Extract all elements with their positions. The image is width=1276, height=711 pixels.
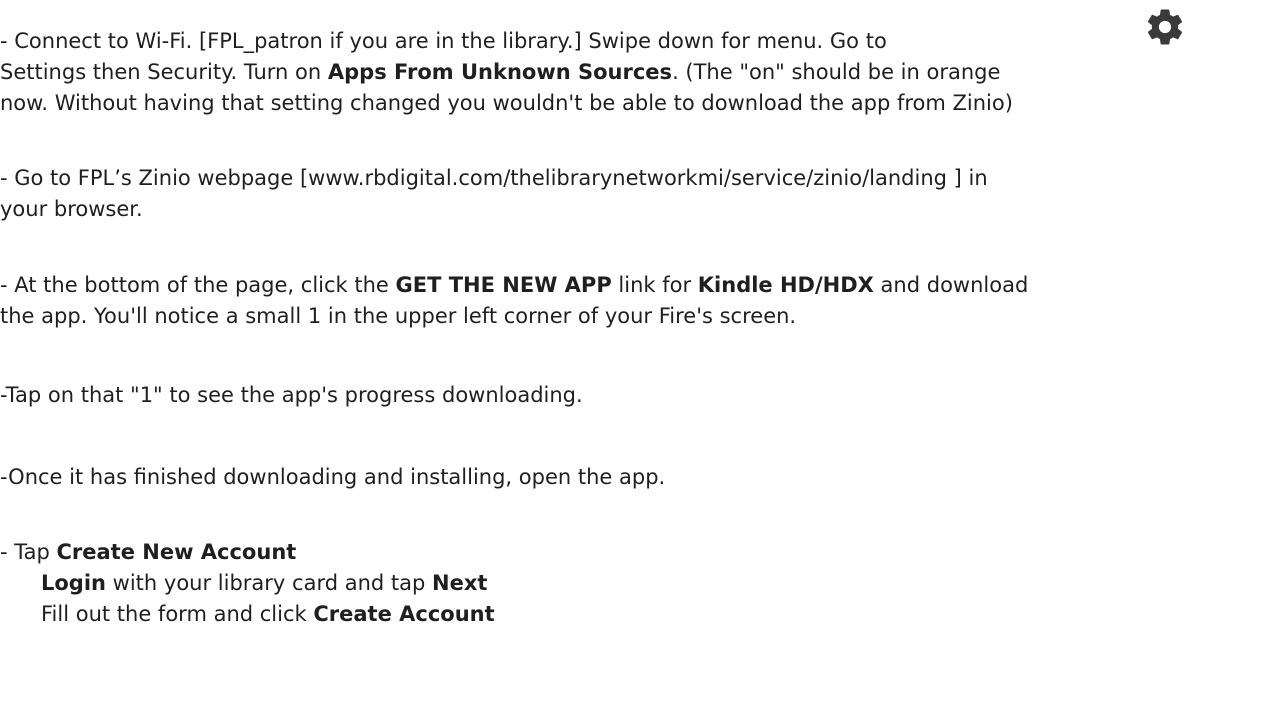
text: the app. You'll notice a small 1 in the … xyxy=(0,304,797,328)
text: with your library card and tap xyxy=(106,571,433,595)
step-zinio-webpage: - Go to FPL’s Zinio webpage [www.rbdigit… xyxy=(0,163,988,225)
text: - At the bottom of the page, click the xyxy=(0,273,396,297)
step-connect-wifi: - Connect to Wi-Fi. [FPL_patron if you a… xyxy=(0,26,1013,119)
step-create-account-line-3: Fill out the form and click Create Accou… xyxy=(0,599,495,630)
step-get-new-app-line-2: the app. You'll notice a small 1 in the … xyxy=(0,301,1028,332)
step-zinio-webpage-line-2: your browser. xyxy=(0,194,988,225)
text: Settings then Security. Turn on xyxy=(0,60,328,84)
instructions-document: - Connect to Wi-Fi. [FPL_patron if you a… xyxy=(0,0,1276,711)
text: now. Without having that setting changed… xyxy=(0,91,1013,115)
text: - Go to FPL’s Zinio webpage [www.rbdigit… xyxy=(0,166,988,190)
text: - Tap xyxy=(0,540,57,564)
text: - Connect to Wi-Fi. [FPL_patron if you a… xyxy=(0,29,887,53)
kindle-hd-hdx-label: Kindle HD/HDX xyxy=(697,273,874,297)
step-tap-progress-line-1: -Tap on that "1" to see the app's progre… xyxy=(0,380,583,411)
step-create-account-line-1: - Tap Create New Account xyxy=(0,537,495,568)
step-zinio-webpage-line-1: - Go to FPL’s Zinio webpage [www.rbdigit… xyxy=(0,163,988,194)
step-connect-wifi-line-1: - Connect to Wi-Fi. [FPL_patron if you a… xyxy=(0,26,1013,57)
gear-icon xyxy=(1147,9,1183,45)
step-connect-wifi-line-2: Settings then Security. Turn on Apps Fro… xyxy=(0,57,1013,88)
step-get-new-app-line-1: - At the bottom of the page, click the G… xyxy=(0,270,1028,301)
text: -Tap on that "1" to see the app's progre… xyxy=(0,383,583,407)
step-create-account: - Tap Create New Account Login with your… xyxy=(0,537,495,630)
text: link for xyxy=(611,273,698,297)
step-open-app: -Once it has finished downloading and in… xyxy=(0,462,665,493)
text: Fill out the form and click xyxy=(41,602,314,626)
create-new-account-label: Create New Account xyxy=(56,540,297,564)
text: your browser. xyxy=(0,197,143,221)
text: -Once it has finished downloading and in… xyxy=(0,465,666,489)
login-label: Login xyxy=(41,571,106,595)
get-the-new-app-label: GET THE NEW APP xyxy=(395,273,612,297)
step-create-account-line-2: Login with your library card and tap Nex… xyxy=(0,568,495,599)
text: and download xyxy=(873,273,1029,297)
create-account-label: Create Account xyxy=(313,602,495,626)
text: . (The "on" should be in orange xyxy=(672,60,1001,84)
apps-from-unknown-sources-label: Apps From Unknown Sources xyxy=(327,60,673,84)
step-get-new-app: - At the bottom of the page, click the G… xyxy=(0,270,1028,332)
next-label: Next xyxy=(432,571,488,595)
step-open-app-line-1: -Once it has finished downloading and in… xyxy=(0,462,665,493)
step-connect-wifi-line-3: now. Without having that setting changed… xyxy=(0,88,1013,119)
step-tap-progress: -Tap on that "1" to see the app's progre… xyxy=(0,380,583,411)
